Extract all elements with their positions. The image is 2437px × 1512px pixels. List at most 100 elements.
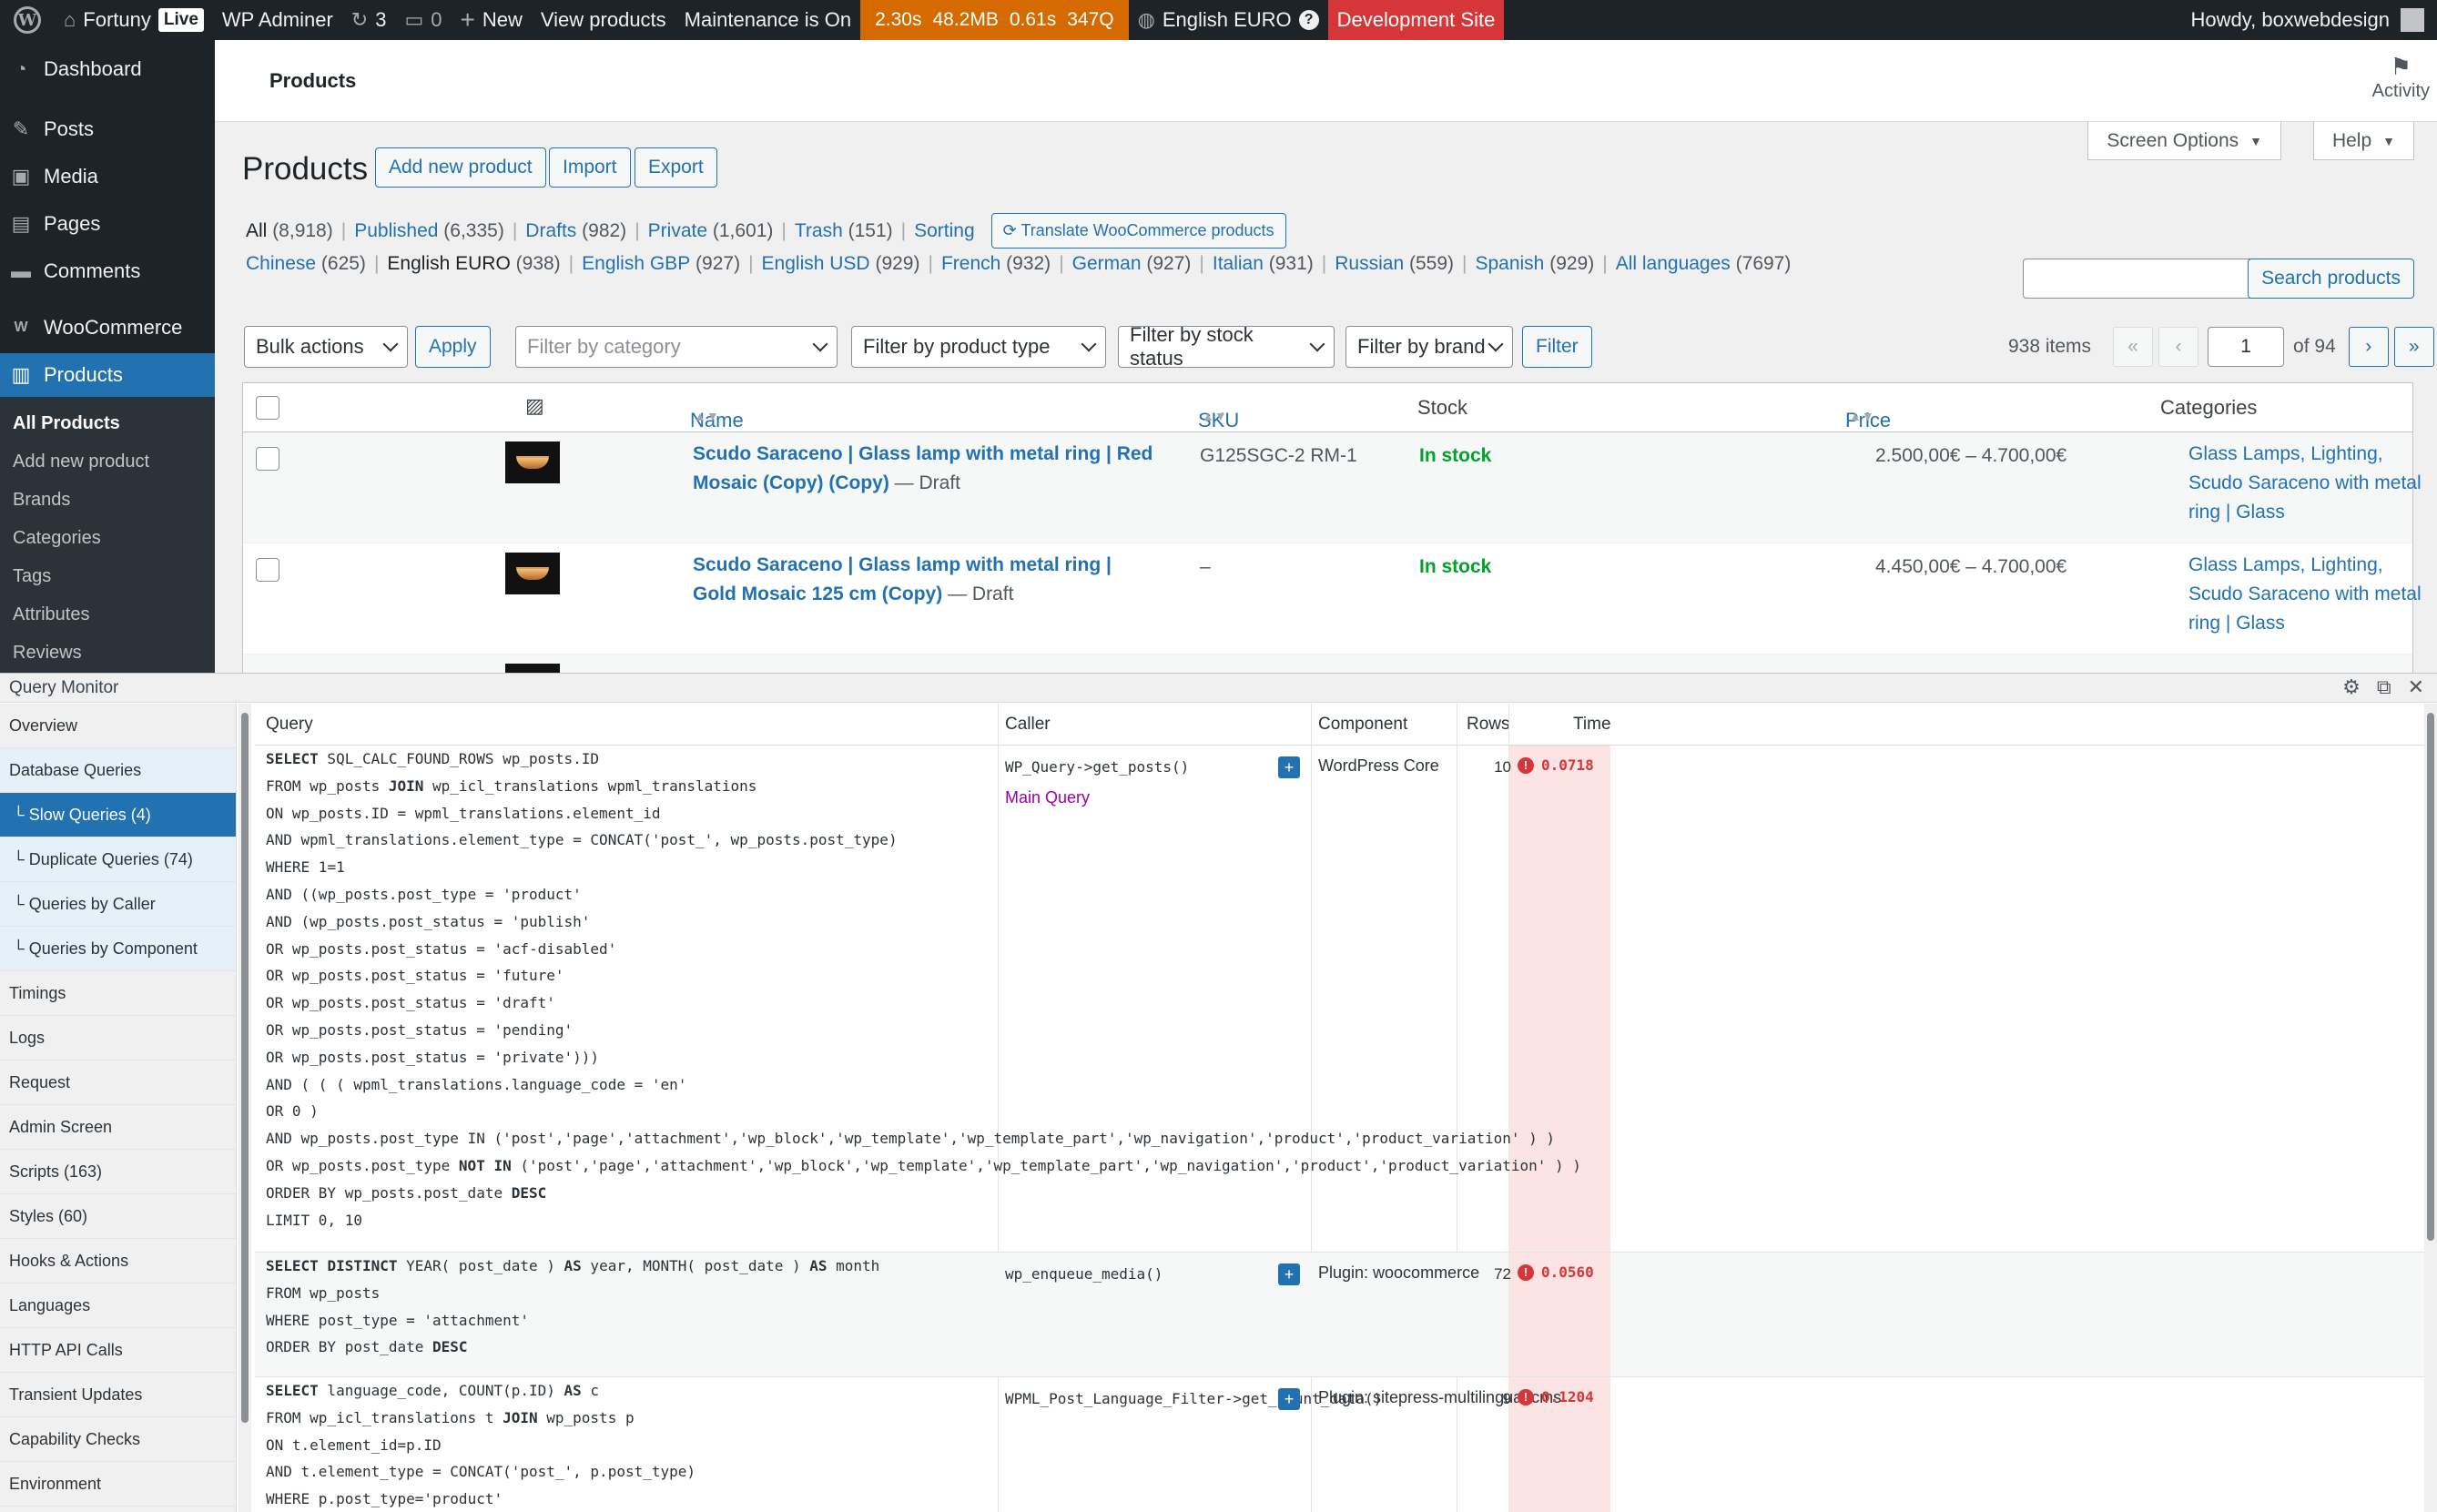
expand-caller-button[interactable]: + <box>1278 1263 1300 1285</box>
row-checkbox[interactable] <box>256 447 279 471</box>
filter-category-select[interactable]: Filter by category <box>515 326 838 368</box>
nav-admin-screen[interactable]: Admin Screen <box>0 1105 236 1150</box>
view-trash[interactable]: Trash <box>795 220 843 242</box>
component-column-header[interactable]: Component <box>1318 715 1407 735</box>
screen-options-button[interactable]: Screen Options ▼ <box>2087 122 2281 160</box>
left-scrollbar[interactable] <box>239 704 251 1512</box>
expand-caller-button[interactable]: + <box>1278 756 1300 778</box>
product-name-link[interactable]: Scudo Saraceno | Glass lamp with metal r… <box>693 551 1157 609</box>
search-products-button[interactable]: Search products <box>2248 259 2414 299</box>
query-column-header[interactable]: Query <box>266 715 313 735</box>
menu-posts[interactable]: ✎ Posts <box>0 107 215 151</box>
settings-gear-icon[interactable]: ⚙ <box>2342 675 2361 699</box>
lang-english-usd[interactable]: English USD <box>762 253 870 275</box>
add-new-product-button[interactable]: Add new product <box>375 147 546 188</box>
submenu-add-new-product[interactable]: Add new product <box>0 442 215 481</box>
nav-duplicate-queries[interactable]: └ Duplicate Queries (74) <box>0 837 236 882</box>
maintenance-status[interactable]: Maintenance is On <box>675 0 860 40</box>
nav-http-api-calls[interactable]: HTTP API Calls <box>0 1328 236 1373</box>
nav-languages[interactable]: Languages <box>0 1284 236 1328</box>
nav-hooks-actions[interactable]: Hooks & Actions <box>0 1239 236 1284</box>
current-page-input[interactable]: 1 <box>2208 327 2285 367</box>
product-categories[interactable]: Glass Lamps, Lighting, Scudo Saraceno wi… <box>2188 551 2434 638</box>
row-checkbox[interactable] <box>256 558 279 582</box>
import-button[interactable]: Import <box>549 147 631 188</box>
time-column-header[interactable]: Time <box>1573 715 1611 735</box>
close-icon[interactable]: ✕ <box>2408 675 2424 699</box>
bulk-actions-select[interactable]: Bulk actions <box>244 326 408 368</box>
view-all[interactable]: All <box>246 220 267 242</box>
select-all-checkbox[interactable] <box>256 396 279 420</box>
nav-logs[interactable]: Logs <box>0 1016 236 1060</box>
product-name-link[interactable]: Scudo Saraceno | Glass lamp with metal r… <box>693 440 1157 498</box>
view-drafts[interactable]: Drafts <box>525 220 576 242</box>
comments-link[interactable]: ▭ 0 <box>395 0 451 40</box>
nav-environment[interactable]: Environment <box>0 1462 236 1507</box>
view-products-link[interactable]: View products <box>532 0 675 40</box>
nav-styles[interactable]: Styles (60) <box>0 1194 236 1239</box>
nav-database-queries[interactable]: Database Queries <box>0 748 236 793</box>
caller-column-header[interactable]: Caller <box>1005 715 1051 735</box>
activity-button[interactable]: ⚑ Activity <box>2372 53 2430 102</box>
view-private[interactable]: Private <box>648 220 707 242</box>
development-site-badge[interactable]: Development Site <box>1327 0 1505 40</box>
submenu-tags[interactable]: Tags <box>0 557 215 595</box>
menu-comments[interactable]: ▬ Comments <box>0 249 215 293</box>
filter-button[interactable]: Filter <box>1522 326 1592 368</box>
right-scrollbar[interactable] <box>2424 704 2437 1512</box>
first-page-button[interactable]: « <box>2113 327 2154 367</box>
nav-request[interactable]: Request <box>0 1060 236 1105</box>
rows-column-header[interactable]: Rows <box>1467 715 1510 735</box>
submenu-all-products[interactable]: All Products <box>0 404 215 442</box>
filter-product-type-select[interactable]: Filter by product type <box>851 326 1106 368</box>
lang-russian[interactable]: Russian <box>1335 253 1404 275</box>
nav-transient-updates[interactable]: Transient Updates <box>0 1373 236 1417</box>
expand-caller-button[interactable]: + <box>1278 1388 1300 1410</box>
nav-queries-by-caller[interactable]: └ Queries by Caller <box>0 882 236 927</box>
updates-link[interactable]: ↻ 3 <box>342 0 396 40</box>
search-input[interactable] <box>2023 259 2269 299</box>
next-page-button[interactable]: › <box>2348 327 2389 367</box>
submenu-brands[interactable]: Brands <box>0 481 215 519</box>
prev-page-button[interactable]: ‹ <box>2158 327 2199 367</box>
product-thumbnail[interactable] <box>505 553 560 594</box>
lang-italian[interactable]: Italian <box>1213 253 1264 275</box>
lang-english-gbp[interactable]: English GBP <box>582 253 690 275</box>
lang-all[interactable]: All languages <box>1616 253 1731 275</box>
lang-spanish[interactable]: Spanish <box>1475 253 1544 275</box>
submenu-categories[interactable]: Categories <box>0 519 215 557</box>
view-published[interactable]: Published <box>354 220 438 242</box>
nav-capability-checks[interactable]: Capability Checks <box>0 1417 236 1462</box>
nav-timings[interactable]: Timings <box>0 971 236 1016</box>
menu-media[interactable]: ▣ Media <box>0 155 215 198</box>
nav-queries-by-component[interactable]: └ Queries by Component <box>0 927 236 971</box>
view-sorting[interactable]: Sorting <box>914 220 975 242</box>
nav-overview[interactable]: Overview <box>0 704 236 748</box>
wp-adminer-link[interactable]: WP Adminer <box>213 0 342 40</box>
lang-french[interactable]: French <box>941 253 1000 275</box>
help-button[interactable]: Help ▼ <box>2312 122 2414 160</box>
wordpress-logo-icon[interactable]: W <box>0 0 55 40</box>
lang-english-euro[interactable]: English EURO <box>387 253 510 275</box>
export-button[interactable]: Export <box>635 147 717 188</box>
product-thumbnail[interactable] <box>505 664 560 673</box>
menu-dashboard[interactable]: ◔ Dashboard <box>0 47 215 91</box>
product-thumbnail[interactable] <box>505 441 560 483</box>
apply-button[interactable]: Apply <box>415 326 491 368</box>
my-account-link[interactable]: Howdy, boxwebdesign <box>2191 0 2437 40</box>
product-categories[interactable]: Glass Lamps, Lighting, Scudo Saraceno wi… <box>2188 440 2434 527</box>
nav-scripts[interactable]: Scripts (163) <box>0 1150 236 1194</box>
menu-pages[interactable]: ▤ Pages <box>0 202 215 246</box>
filter-stock-status-select[interactable]: Filter by stock status <box>1118 323 1335 370</box>
language-switcher[interactable]: ◍ English EURO? <box>1129 0 1328 40</box>
lang-chinese[interactable]: Chinese <box>246 253 316 275</box>
filter-brand-select[interactable]: Filter by brand <box>1345 326 1513 368</box>
translate-products-button[interactable]: ⟳ Translate WooCommerce products <box>990 213 1286 249</box>
menu-woocommerce[interactable]: W WooCommerce <box>0 306 215 350</box>
nav-slow-queries[interactable]: └ Slow Queries (4) <box>0 793 236 837</box>
new-content-link[interactable]: + New <box>452 0 532 40</box>
submenu-attributes[interactable]: Attributes <box>0 595 215 634</box>
submenu-reviews[interactable]: Reviews <box>0 634 215 672</box>
popout-icon[interactable]: ⧉ <box>2377 675 2391 699</box>
menu-products[interactable]: ▥ Products <box>0 353 215 397</box>
